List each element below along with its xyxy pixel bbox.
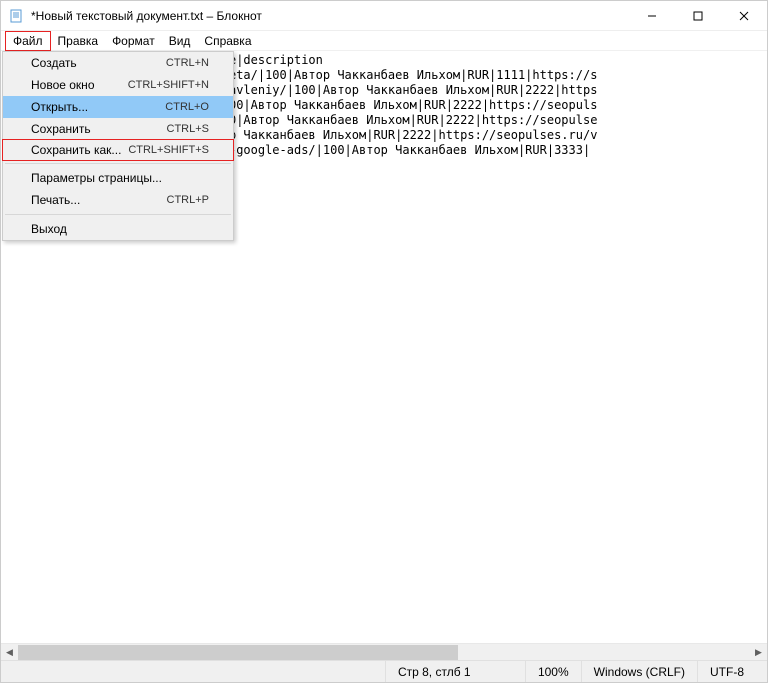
menu-help[interactable]: Справка (197, 32, 258, 50)
menu-open-shortcut: CTRL+O (165, 101, 209, 113)
menu-new-window-shortcut: CTRL+SHIFT+N (128, 79, 209, 91)
status-zoom: 100% (525, 661, 581, 682)
menu-exit-label: Выход (31, 222, 209, 236)
menu-view[interactable]: Вид (162, 32, 198, 50)
scroll-left-icon[interactable]: ◀ (1, 644, 18, 661)
status-encoding: UTF-8 (697, 661, 767, 682)
notepad-window: *Новый текстовый документ.txt – Блокнот … (0, 0, 768, 683)
menu-print-label: Печать... (31, 193, 167, 207)
statusbar: Стр 8, стлб 1 100% Windows (CRLF) UTF-8 (1, 660, 767, 682)
menu-edit[interactable]: Правка (51, 32, 106, 50)
menu-create-label: Создать (31, 56, 166, 70)
menu-open[interactable]: Открыть... CTRL+O (3, 96, 233, 118)
close-button[interactable] (721, 1, 767, 30)
menu-save[interactable]: Сохранить CTRL+S (3, 118, 233, 140)
horizontal-scrollbar[interactable]: ◀ ▶ (1, 643, 767, 660)
menu-print[interactable]: Печать... CTRL+P (3, 189, 233, 211)
menu-print-shortcut: CTRL+P (167, 194, 210, 206)
menu-format[interactable]: Формат (105, 32, 162, 50)
menu-new-window[interactable]: Новое окно CTRL+SHIFT+N (3, 74, 233, 96)
menu-page-setup-label: Параметры страницы... (31, 171, 209, 185)
minimize-button[interactable] (629, 1, 675, 30)
titlebar: *Новый текстовый документ.txt – Блокнот (1, 1, 767, 31)
menu-save-label: Сохранить (31, 122, 167, 136)
maximize-button[interactable] (675, 1, 721, 30)
status-position: Стр 8, стлб 1 (385, 661, 525, 682)
menu-new-window-label: Новое окно (31, 78, 128, 92)
menu-create-shortcut: CTRL+N (166, 57, 209, 69)
window-title: *Новый текстовый документ.txt – Блокнот (31, 9, 629, 23)
menu-create[interactable]: Создать CTRL+N (3, 52, 233, 74)
menu-save-as-shortcut: CTRL+SHIFT+S (128, 144, 209, 156)
scroll-thumb[interactable] (18, 645, 458, 660)
window-controls (629, 1, 767, 30)
menu-open-label: Открыть... (31, 100, 165, 114)
menu-exit[interactable]: Выход (3, 218, 233, 240)
menubar: Файл Правка Формат Вид Справка (1, 31, 767, 51)
menu-save-as-label: Сохранить как... (31, 143, 128, 157)
menu-separator (5, 214, 231, 215)
notepad-icon (9, 8, 25, 24)
scroll-right-icon[interactable]: ▶ (750, 644, 767, 661)
menu-save-shortcut: CTRL+S (167, 123, 210, 135)
status-eol: Windows (CRLF) (581, 661, 697, 682)
menu-separator (5, 163, 231, 164)
menu-save-as[interactable]: Сохранить как... CTRL+SHIFT+S (2, 139, 234, 161)
menu-file[interactable]: Файл (5, 31, 51, 51)
file-menu-dropdown: Создать CTRL+N Новое окно CTRL+SHIFT+N О… (2, 51, 234, 241)
menu-page-setup[interactable]: Параметры страницы... (3, 167, 233, 189)
scroll-track[interactable] (18, 644, 750, 660)
